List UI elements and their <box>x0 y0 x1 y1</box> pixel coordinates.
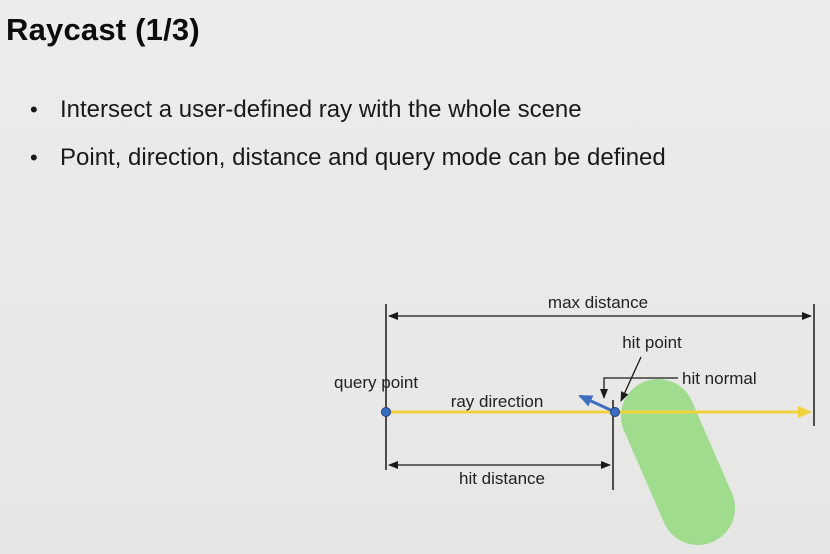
raycast-diagram: max distance hit point hit normal query … <box>334 293 815 545</box>
max-distance-label: max distance <box>548 293 648 312</box>
hit-object-capsule <box>621 379 735 545</box>
query-point-dot <box>381 407 391 417</box>
ray-direction-label: ray direction <box>451 392 544 411</box>
query-point-label: query point <box>334 373 418 392</box>
slide: Raycast (1/3) Intersect a user-defined r… <box>0 0 830 554</box>
hit-normal-label: hit normal <box>682 369 757 388</box>
hit-distance-label: hit distance <box>459 469 545 488</box>
hit-normal-arrow <box>578 394 616 414</box>
hit-point-dot <box>610 407 620 417</box>
hit-point-label: hit point <box>622 333 682 352</box>
